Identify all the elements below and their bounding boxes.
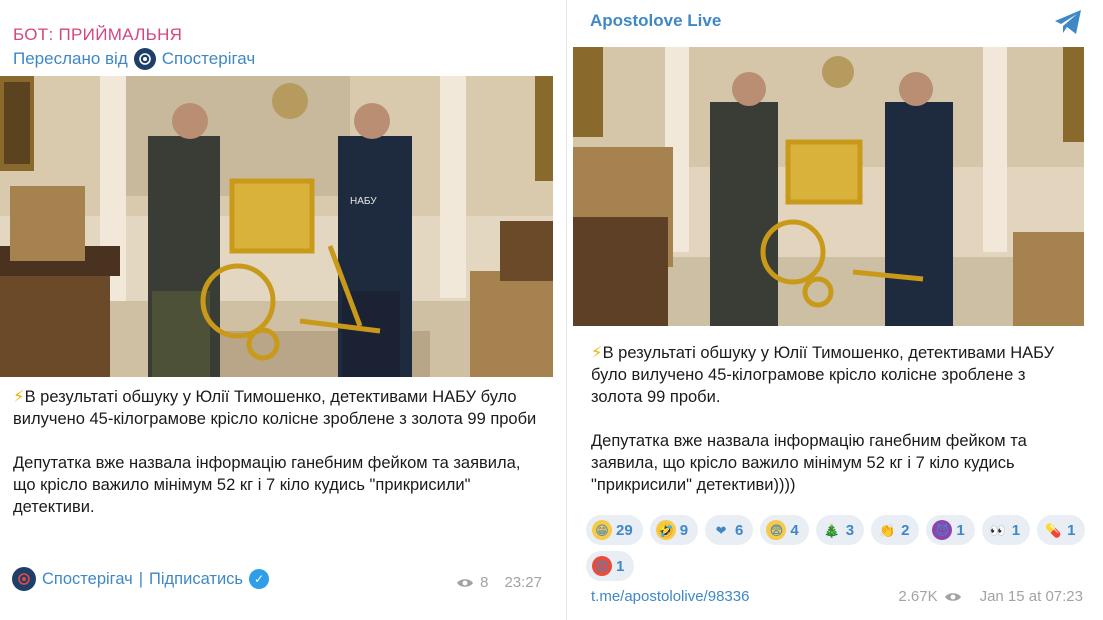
forwarded-prefix: Переслано від bbox=[13, 49, 128, 68]
high-voltage-icon: ⚡ bbox=[13, 388, 25, 406]
post-photo[interactable] bbox=[573, 47, 1084, 326]
post-link[interactable]: t.me/apostololive/98336 bbox=[591, 588, 749, 605]
reaction-count: 1 bbox=[616, 557, 625, 575]
post-photo[interactable]: НАБУ bbox=[0, 76, 553, 377]
reaction-chip[interactable]: 💊 1 bbox=[1037, 515, 1086, 545]
post-footer: Спостерігач | Підписатись ✓ bbox=[12, 567, 270, 591]
views-count: 8 bbox=[480, 574, 489, 591]
message-paragraph-1: В результаті обшуку у Юлії Тимошенко, де… bbox=[13, 388, 537, 428]
reaction-emoji-icon: 👏 bbox=[878, 522, 896, 538]
high-voltage-icon: ⚡ bbox=[591, 344, 603, 362]
reaction-chip[interactable]: 🎄 3 bbox=[815, 515, 865, 545]
reaction-count: 3 bbox=[845, 521, 855, 539]
reaction-chip[interactable]: 😨 4 bbox=[760, 515, 809, 545]
post-time: Jan 15 at 07:23 bbox=[979, 588, 1083, 605]
vest-label: НАБУ bbox=[350, 196, 377, 207]
footer-channel-link[interactable]: Спостерігач bbox=[42, 570, 133, 589]
channel-post-card: Apostolove Live ⚡В результаті обшуку у Ю… bbox=[566, 0, 1103, 620]
message-paragraph-2: Депутатка вже назвала інформацію ганебни… bbox=[591, 432, 1027, 494]
reaction-chip[interactable]: ❤ 6 bbox=[705, 515, 754, 545]
post-time: 23:27 bbox=[504, 574, 542, 591]
reaction-count: 4 bbox=[790, 521, 799, 539]
forwarded-channel-name[interactable]: Спостерігач bbox=[162, 49, 255, 69]
reaction-chip[interactable]: 🤣 9 bbox=[649, 515, 699, 545]
reaction-emoji-icon: 🤣 bbox=[655, 520, 676, 540]
reaction-chip[interactable]: 👀 1 bbox=[981, 515, 1031, 545]
telegram-logo-icon[interactable] bbox=[1053, 8, 1083, 36]
post-meta: 8 23:27 bbox=[456, 574, 542, 591]
forwarded-from-line[interactable]: Переслано від Спостерігач bbox=[13, 48, 255, 70]
reaction-count: 1 bbox=[1067, 521, 1076, 539]
forwarded-post-card: БОТ: ПРИЙМАЛЬНЯ Переслано від Спостеріга… bbox=[0, 0, 553, 620]
eye-icon bbox=[457, 578, 474, 587]
bot-title: БОТ: ПРИЙМАЛЬНЯ bbox=[13, 25, 183, 44]
reaction-count: 29 bbox=[616, 521, 633, 539]
reaction-emoji-icon: 👀 bbox=[989, 522, 1006, 538]
reaction-count: 2 bbox=[901, 521, 910, 539]
reaction-chip[interactable]: 😡 1 bbox=[586, 551, 635, 581]
views-count: 2.67K bbox=[898, 588, 938, 605]
reaction-count: 1 bbox=[956, 521, 965, 539]
reaction-chip[interactable]: 😈 1 bbox=[926, 515, 975, 545]
channel-avatar-icon bbox=[12, 567, 36, 591]
subscribe-link[interactable]: Підписатись bbox=[149, 570, 243, 589]
eye-icon bbox=[944, 592, 961, 601]
message-paragraph-2: Депутатка вже назвала інформацію ганебни… bbox=[13, 454, 521, 516]
message-text: ⚡В результаті обшуку у Юлії Тимошенко, д… bbox=[591, 342, 1081, 496]
reaction-emoji-icon: 💊 bbox=[1045, 522, 1062, 538]
channel-name[interactable]: Apostolove Live bbox=[590, 11, 721, 31]
verified-checkmark-icon: ✓ bbox=[249, 569, 270, 589]
reaction-emoji-icon: 😨 bbox=[766, 520, 787, 540]
message-text: ⚡В результаті обшуку у Юлії Тимошенко, д… bbox=[13, 386, 538, 518]
reaction-emoji-icon: 🎄 bbox=[823, 522, 840, 538]
reaction-chip[interactable]: 😁 29 bbox=[586, 515, 643, 545]
reaction-count: 6 bbox=[735, 521, 744, 539]
reaction-emoji-icon: ❤ bbox=[715, 522, 727, 538]
post-meta: 2.67K Jan 15 at 07:23 bbox=[898, 588, 1083, 605]
reaction-emoji-icon: 😈 bbox=[932, 520, 953, 540]
reaction-count: 1 bbox=[1011, 521, 1021, 539]
footer-separator: | bbox=[138, 569, 144, 588]
reaction-emoji-icon: 😁 bbox=[592, 520, 612, 540]
reactions-bar: 😁 29 🤣 9 ❤ 6 😨 4 🎄 3 👏 2 😈 1 👀 1 💊 1 😡 1 bbox=[586, 515, 1086, 581]
channel-avatar-icon bbox=[133, 48, 156, 70]
reaction-count: 9 bbox=[679, 521, 689, 539]
message-paragraph-1: В результаті обшуку у Юлії Тимошенко, де… bbox=[591, 344, 1055, 406]
reaction-emoji-icon: 😡 bbox=[592, 556, 612, 576]
reaction-chip[interactable]: 👏 2 bbox=[871, 515, 920, 545]
